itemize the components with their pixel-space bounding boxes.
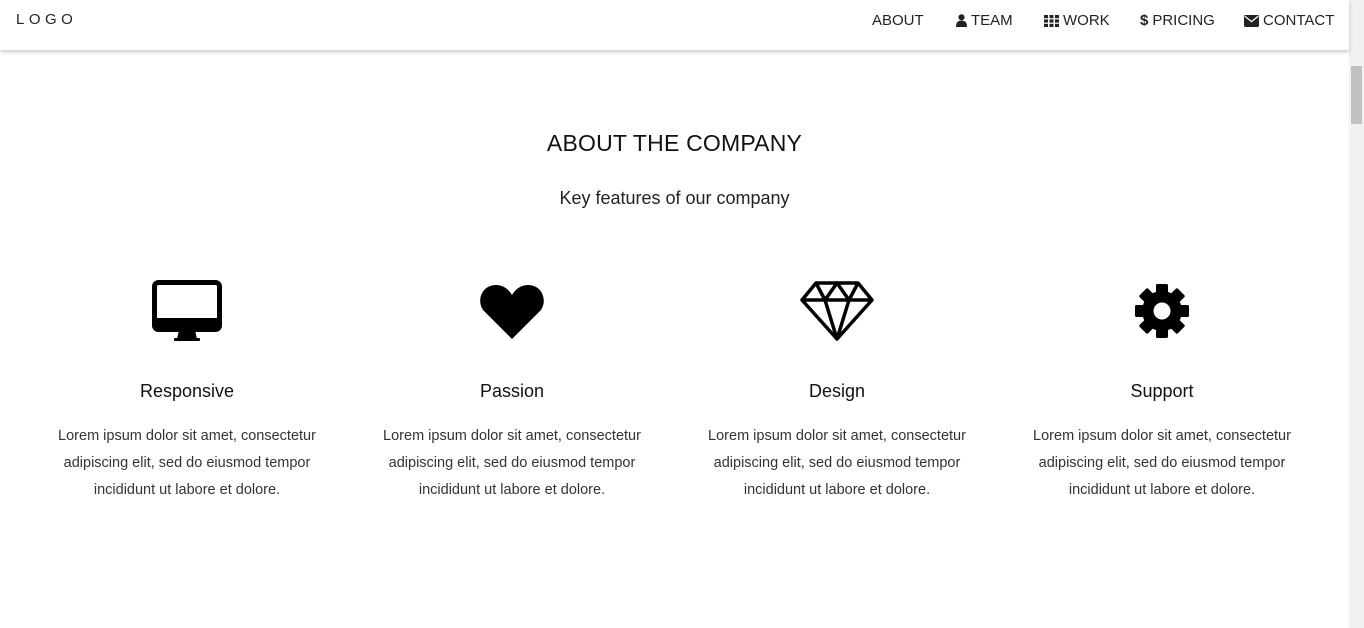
user-icon	[956, 14, 967, 27]
navbar: LOGO ABOUT TEAM WORK $ PRICING CONTACT	[0, 0, 1349, 50]
feature-text: Lorem ipsum dolor sit amet, consectetur …	[58, 428, 316, 498]
scrollbar-thumb[interactable]	[1351, 66, 1362, 124]
feature-title: Support	[1130, 381, 1194, 401]
dollar-icon: $	[1140, 12, 1149, 29]
nav-contact-label: CONTACT	[1263, 12, 1335, 29]
nav-team-label: TEAM	[971, 12, 1013, 29]
feature-text: Lorem ipsum dolor sit amet, consectetur …	[1033, 428, 1291, 498]
nav-about-label: ABOUT	[872, 12, 924, 29]
heart-icon	[362, 276, 662, 346]
scrollbar[interactable]	[1349, 0, 1364, 628]
nav-team[interactable]: TEAM	[956, 12, 1013, 29]
feature-card-passion: Passion Lorem ipsum dolor sit amet, cons…	[362, 276, 662, 504]
nav-pricing[interactable]: $ PRICING	[1140, 12, 1215, 29]
feature-title: Passion	[479, 381, 545, 401]
feature-text: Lorem ipsum dolor sit amet, consectetur …	[383, 428, 641, 498]
nav-contact[interactable]: CONTACT	[1244, 12, 1334, 29]
section-subtitle: Key features of our company	[559, 188, 790, 208]
logo[interactable]: LOGO	[16, 11, 77, 28]
feature-card-support: Support Lorem ipsum dolor sit amet, cons…	[1012, 276, 1312, 504]
nav-pricing-label: PRICING	[1152, 12, 1215, 29]
feature-title: Responsive	[139, 381, 235, 401]
section-title: ABOUT THE COMPANY	[546, 130, 803, 156]
feature-card-design: Design Lorem ipsum dolor sit amet, conse…	[687, 276, 987, 504]
feature-title: Design	[808, 381, 866, 401]
grid-icon	[1044, 14, 1059, 27]
nav-work-label: WORK	[1063, 12, 1110, 29]
envelope-icon	[1244, 14, 1259, 27]
diamond-icon	[687, 276, 987, 346]
desktop-icon	[37, 276, 337, 346]
nav-work[interactable]: WORK	[1044, 12, 1110, 29]
gear-icon	[1012, 276, 1312, 346]
feature-text: Lorem ipsum dolor sit amet, consectetur …	[708, 428, 966, 498]
feature-card-responsive: Responsive Lorem ipsum dolor sit amet, c…	[37, 276, 337, 504]
nav-about[interactable]: ABOUT	[872, 12, 924, 29]
